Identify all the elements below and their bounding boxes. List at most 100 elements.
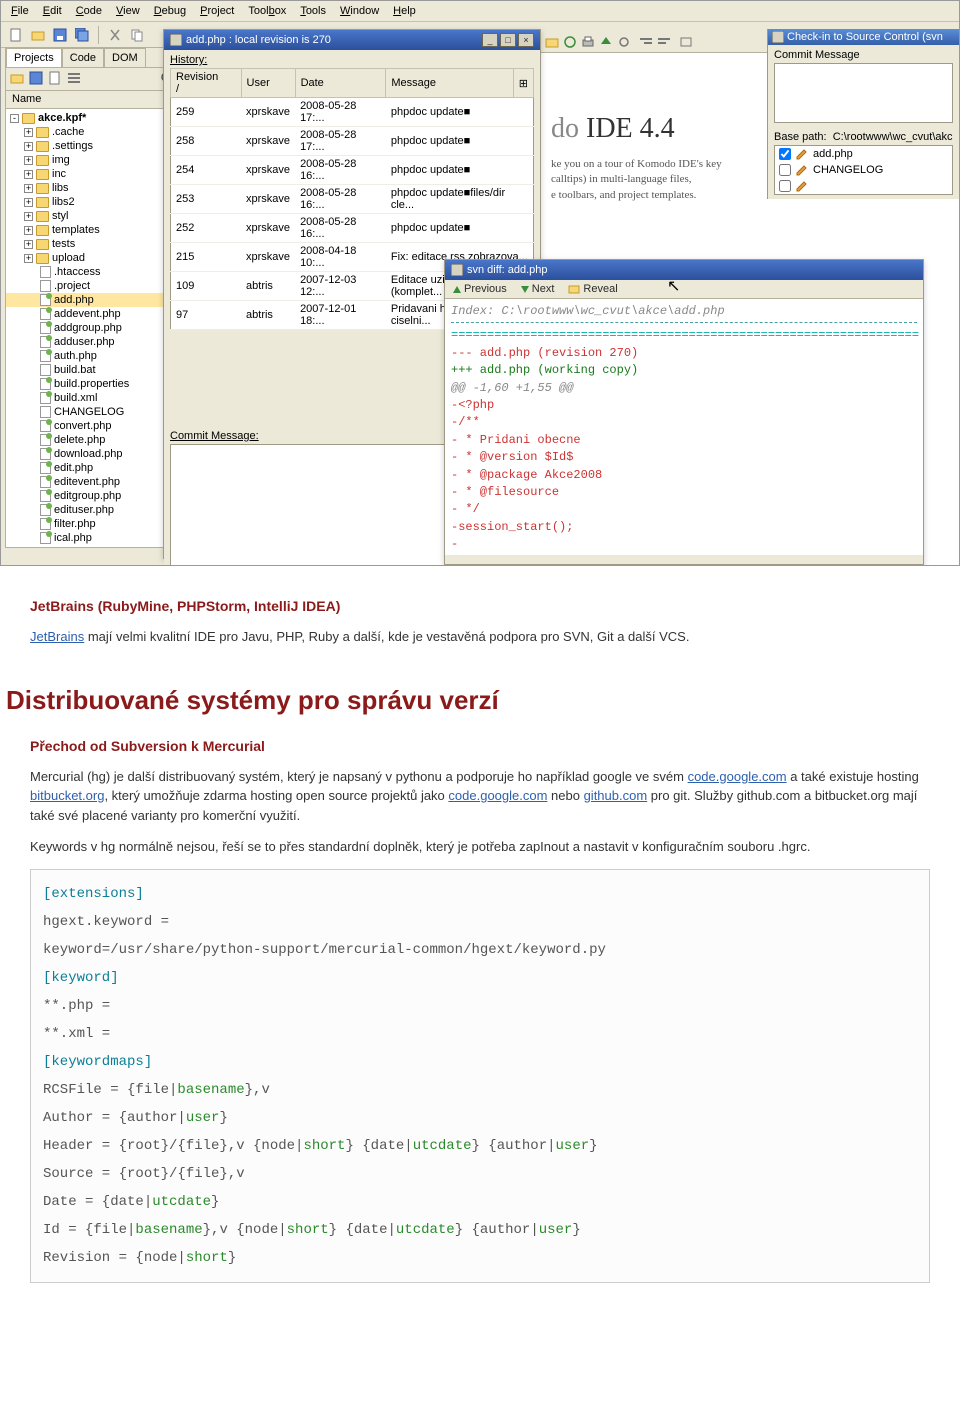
tree-file[interactable]: .project xyxy=(6,279,180,293)
menu-window[interactable]: Window xyxy=(340,5,379,17)
tree-folder[interactable]: +inc xyxy=(6,167,180,181)
editor-up-icon[interactable] xyxy=(599,35,613,49)
tree-file[interactable]: download.php xyxy=(6,447,180,461)
tree-file[interactable]: auth.php xyxy=(6,349,180,363)
checkin-file-row[interactable]: CHANGELOG xyxy=(775,162,952,178)
tab-dom[interactable]: DOM xyxy=(104,48,146,67)
editor-indent-icon[interactable] xyxy=(639,35,653,49)
tree-file[interactable]: editevent.php xyxy=(6,475,180,489)
diff-reveal-button[interactable]: Reveal xyxy=(568,283,617,295)
col-revision[interactable]: Revision / xyxy=(171,69,242,98)
link-jetbrains[interactable]: JetBrains xyxy=(30,629,84,644)
tree-folder[interactable]: +.cache xyxy=(6,125,180,139)
diff-line: ========================================… xyxy=(451,327,917,344)
tree-folder[interactable]: +.settings xyxy=(6,139,180,153)
tree-file[interactable]: build.properties xyxy=(6,377,180,391)
new-file-icon[interactable] xyxy=(7,26,25,44)
diff-next-button[interactable]: Next xyxy=(521,283,555,295)
tree-folder[interactable]: +libs xyxy=(6,181,180,195)
tree-folder[interactable]: +img xyxy=(6,153,180,167)
tree-file[interactable]: adduser.php xyxy=(6,335,180,349)
ide-window: File Edit Code View Debug Project Toolbo… xyxy=(0,0,960,566)
tab-projects[interactable]: Projects xyxy=(6,48,62,67)
menu-code[interactable]: Code xyxy=(76,5,102,17)
tree-folder[interactable]: +styl xyxy=(6,209,180,223)
col-extra-icon[interactable]: ⊞ xyxy=(513,69,533,98)
menu-file[interactable]: File xyxy=(11,5,29,17)
tree-file[interactable]: convert.php xyxy=(6,419,180,433)
table-row[interactable]: 252xprskave2008-05-28 16:...phpdoc updat… xyxy=(171,214,534,243)
menu-toolbox[interactable]: Toolbox xyxy=(248,5,286,17)
proj-new-icon[interactable] xyxy=(48,71,64,87)
tree-file[interactable]: addevent.php xyxy=(6,307,180,321)
diff-prev-button[interactable]: Previous xyxy=(453,283,507,295)
tree-file[interactable]: ical.php xyxy=(6,531,180,545)
tree-file[interactable]: .htaccess xyxy=(6,265,180,279)
tab-code[interactable]: Code xyxy=(62,48,104,67)
cut-icon[interactable] xyxy=(106,26,124,44)
menu-project[interactable]: Project xyxy=(200,5,234,17)
diff-panel: svn diff: add.php Previous Next Reveal I… xyxy=(444,259,924,565)
open-icon[interactable] xyxy=(29,26,47,44)
tree-file[interactable]: delete.php xyxy=(6,433,180,447)
tree-folder[interactable]: +templates xyxy=(6,223,180,237)
tree-file[interactable]: add.php xyxy=(6,293,180,307)
menu-tools[interactable]: Tools xyxy=(300,5,326,17)
proj-save-icon[interactable] xyxy=(29,71,45,87)
minimize-icon[interactable]: _ xyxy=(482,33,498,47)
checkbox[interactable] xyxy=(779,148,791,160)
col-message[interactable]: Message xyxy=(386,69,513,98)
diff-output[interactable]: Index: C:\rootwww\wc_cvut\akce\add.php =… xyxy=(445,299,923,555)
proj-open-icon[interactable] xyxy=(10,71,26,87)
maximize-icon[interactable]: □ xyxy=(500,33,516,47)
cursor-icon: ↖ xyxy=(667,276,680,296)
table-row[interactable]: 253xprskave2008-05-28 16:...phpdoc updat… xyxy=(171,185,534,214)
editor-tool-icon2[interactable] xyxy=(563,35,577,49)
save-icon[interactable] xyxy=(51,26,69,44)
checkin-file-row[interactable] xyxy=(775,178,952,194)
tree-file[interactable]: addgroup.php xyxy=(6,321,180,335)
editor-tool-icon[interactable] xyxy=(545,35,559,49)
tree-file[interactable]: CHANGELOG xyxy=(6,405,180,419)
checkbox[interactable] xyxy=(779,180,791,192)
editor-outdent-icon[interactable] xyxy=(657,35,671,49)
table-row[interactable]: 259xprskave2008-05-28 17:...phpdoc updat… xyxy=(171,98,534,127)
tree-root[interactable]: -akce.kpf* xyxy=(6,111,180,125)
tree-file[interactable]: editgroup.php xyxy=(6,489,180,503)
link-bitbucket[interactable]: bitbucket.org xyxy=(30,788,104,803)
checkin-textarea[interactable] xyxy=(774,63,953,123)
diff-titlebar[interactable]: svn diff: add.php xyxy=(445,260,923,280)
col-date[interactable]: Date xyxy=(295,69,386,98)
close-icon[interactable]: × xyxy=(518,33,534,47)
proj-rows-icon[interactable] xyxy=(67,71,83,87)
table-row[interactable]: 258xprskave2008-05-28 17:...phpdoc updat… xyxy=(171,127,534,156)
tree-file[interactable]: edit.php xyxy=(6,461,180,475)
tree-file[interactable]: build.bat xyxy=(6,363,180,377)
copy-icon[interactable] xyxy=(128,26,146,44)
link-github[interactable]: github.com xyxy=(584,788,648,803)
history-titlebar[interactable]: add.php : local revision is 270 _ □ × xyxy=(164,30,540,50)
checkin-file-row[interactable]: add.php xyxy=(775,146,952,162)
menu-edit[interactable]: Edit xyxy=(43,5,62,17)
tree-file[interactable]: edituser.php xyxy=(6,503,180,517)
editor-comment-icon[interactable] xyxy=(679,35,693,49)
tree-folder[interactable]: +upload xyxy=(6,251,180,265)
tree-file[interactable]: build.xml xyxy=(6,391,180,405)
save-all-icon[interactable] xyxy=(73,26,91,44)
editor-print-icon[interactable] xyxy=(581,35,595,49)
tree-folder[interactable]: +tests xyxy=(6,237,180,251)
menu-view[interactable]: View xyxy=(116,5,140,17)
project-tree[interactable]: -akce.kpf*+.cache+.settings+img+inc+libs… xyxy=(6,109,180,547)
menu-debug[interactable]: Debug xyxy=(154,5,186,17)
diff-line: --- add.php (revision 270) xyxy=(451,345,917,362)
link-codegoogle-1[interactable]: code.google.com xyxy=(688,769,787,784)
tree-file[interactable]: filter.php xyxy=(6,517,180,531)
link-codegoogle-2[interactable]: code.google.com xyxy=(448,788,547,803)
table-row[interactable]: 254xprskave2008-05-28 16:...phpdoc updat… xyxy=(171,156,534,185)
checkin-titlebar[interactable]: Check-in to Source Control (svn xyxy=(768,29,959,45)
tree-folder[interactable]: +libs2 xyxy=(6,195,180,209)
checkbox[interactable] xyxy=(779,164,791,176)
menu-help[interactable]: Help xyxy=(393,5,416,17)
editor-gear-icon[interactable] xyxy=(617,35,631,49)
col-user[interactable]: User xyxy=(241,69,295,98)
